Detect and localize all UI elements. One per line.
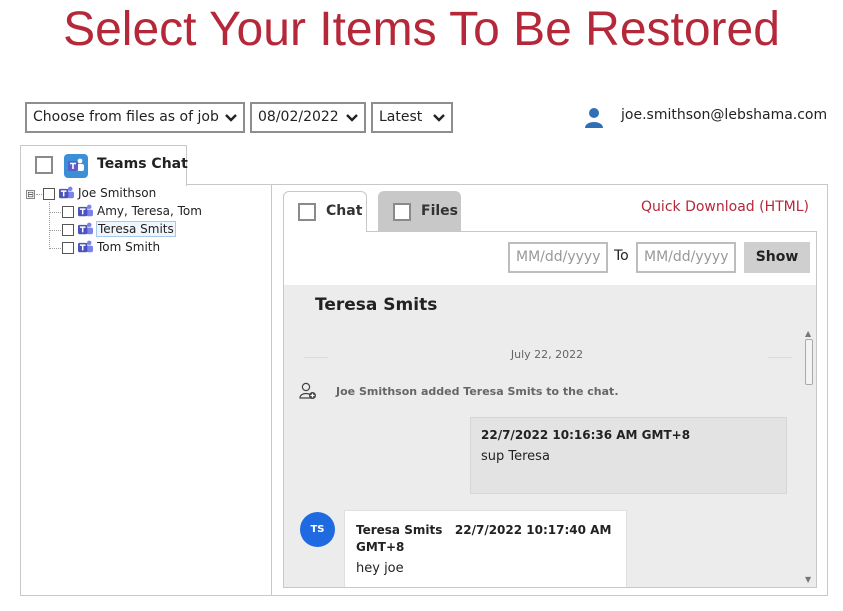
page-title: Select Your Items To Be Restored — [63, 3, 780, 56]
teams-icon — [59, 186, 74, 199]
message-text: sup Teresa — [481, 449, 550, 464]
chat-tab-checkbox[interactable] — [298, 203, 316, 221]
files-tab-checkbox[interactable] — [393, 203, 411, 221]
version-select[interactable]: Latest — [371, 102, 453, 133]
to-label: To — [614, 248, 629, 264]
tab-files[interactable]: Files — [378, 191, 461, 232]
message-sender: Teresa Smits — [356, 523, 443, 537]
tree-node-label: Amy, Teresa, Tom — [97, 204, 202, 218]
collapse-icon[interactable]: ⊟ — [26, 190, 35, 199]
chat-name: Teresa Smits — [315, 295, 438, 315]
chat-content: MM/dd/yyyy To MM/dd/yyyy Show Teresa Smi… — [283, 231, 817, 588]
date-select-value: 08/02/2022 — [258, 109, 339, 125]
tree-node-label: Tom Smith — [97, 240, 161, 254]
tree-node-checkbox[interactable] — [62, 206, 74, 218]
to-date-input[interactable]: MM/dd/yyyy — [636, 242, 736, 273]
scroll-up-icon[interactable]: ▲ — [805, 329, 811, 338]
message-text: hey joe — [356, 561, 404, 576]
message-meta: 22/7/2022 10:16:36 AM GMT+8 — [481, 428, 691, 442]
teams-icon — [78, 222, 93, 235]
tree-node-label: Joe Smithson — [78, 186, 157, 200]
tab-files-label: Files — [421, 203, 458, 219]
chevron-down-icon — [346, 114, 358, 122]
tab-chat-label: Chat — [326, 203, 363, 219]
user-icon — [585, 108, 603, 128]
teams-icon — [78, 204, 93, 217]
date-separator: July 22, 2022 — [510, 348, 584, 361]
user-email: joe.smithson@lebshama.com — [621, 107, 828, 123]
quick-download-link[interactable]: Quick Download (HTML) — [641, 199, 809, 215]
job-select[interactable]: Choose from files as of job — [25, 102, 245, 133]
chevron-down-icon — [433, 114, 445, 122]
system-message: Joe Smithson added Teresa Smits to the c… — [336, 385, 619, 398]
tab-teams-chat[interactable]: Teams Chat — [20, 145, 188, 186]
tree-node-checkbox[interactable] — [62, 224, 74, 236]
incoming-message: Teresa Smits 22/7/2022 10:17:40 AM GMT+8… — [344, 510, 627, 587]
teams-icon — [78, 240, 93, 253]
date-select[interactable]: 08/02/2022 — [250, 102, 366, 133]
version-select-value: Latest — [379, 109, 423, 125]
outgoing-message: 22/7/2022 10:16:36 AM GMT+8 sup Teresa — [470, 417, 787, 494]
show-button[interactable]: Show — [744, 242, 810, 273]
tree-node-checkbox[interactable] — [62, 242, 74, 254]
scrollbar[interactable]: ▲ ▼ — [803, 329, 815, 587]
tree-node-label-selected: Teresa Smits — [96, 221, 176, 237]
tab-teams-chat-label: Teams Chat — [97, 156, 188, 172]
message-meta: Teresa Smits 22/7/2022 10:17:40 AM GMT+8 — [356, 522, 616, 556]
avatar: TS — [300, 512, 335, 547]
tab-chat[interactable]: Chat — [283, 191, 367, 232]
job-select-value: Choose from files as of job — [33, 109, 219, 125]
chat-tree: ⊟ Joe Smithson Amy, Teresa, Tom Teresa S… — [21, 185, 272, 595]
teams-chat-checkbox[interactable] — [35, 156, 53, 174]
main-panel: ⊟ Joe Smithson Amy, Teresa, Tom Teresa S… — [20, 184, 828, 596]
chevron-down-icon — [225, 114, 237, 122]
right-pane: Chat Files Quick Download (HTML) MM/dd/y… — [283, 191, 817, 591]
tree-node-checkbox[interactable] — [43, 188, 55, 200]
from-date-input[interactable]: MM/dd/yyyy — [508, 242, 608, 273]
scroll-thumb[interactable] — [805, 339, 813, 385]
teams-icon — [64, 154, 88, 178]
scroll-down-icon[interactable]: ▼ — [805, 575, 811, 584]
chat-area: Teresa Smits ▲ ▼ July 22, 2022 Joe Smith… — [284, 285, 816, 587]
add-person-icon — [299, 382, 316, 399]
